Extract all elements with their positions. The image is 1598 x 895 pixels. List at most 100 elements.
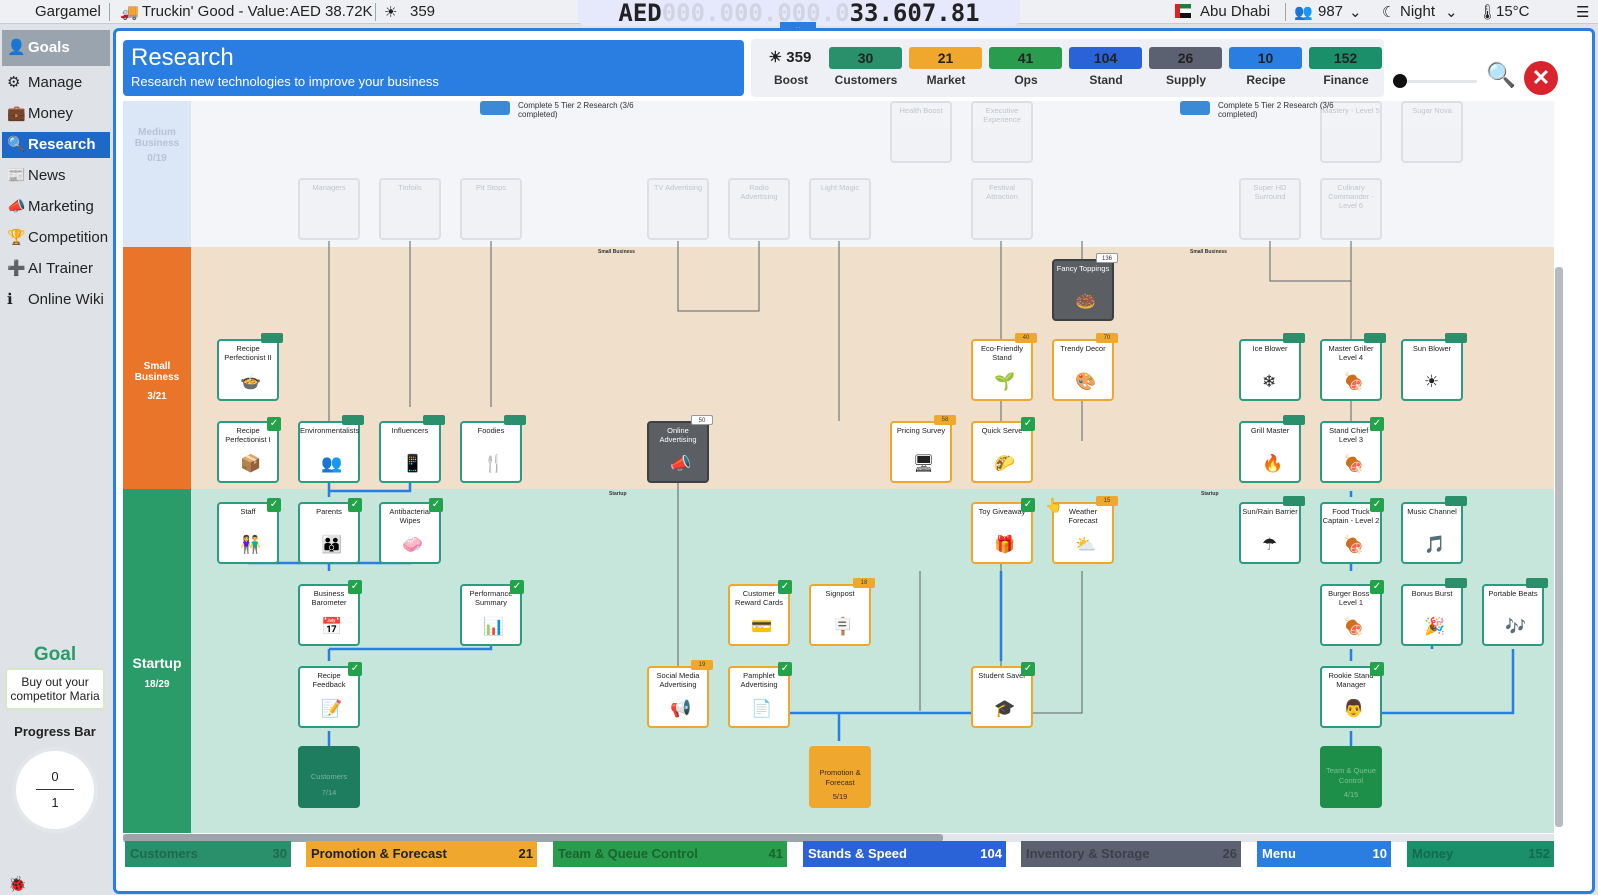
tier-icon xyxy=(480,101,510,115)
chevron-down-icon[interactable]: ⌄ xyxy=(1349,3,1362,21)
research-node[interactable]: Recipe Perfectionist II 🍲 xyxy=(217,333,283,401)
goal-text[interactable]: Buy out your competitor Maria xyxy=(5,668,105,710)
research-node[interactable]: Sun/Rain Barrier ☂ xyxy=(1239,496,1305,564)
category-summary-customers[interactable]: Customers 7/14 xyxy=(298,746,360,808)
research-node[interactable]: Foodies 🍴 xyxy=(460,415,526,483)
research-node[interactable]: Sugar Nova xyxy=(1401,101,1463,163)
sidebar-item-online-wiki[interactable]: ℹ Online Wiki xyxy=(2,287,110,313)
category-summary-promotion[interactable]: Promotion & Forecast 5/19 xyxy=(809,746,871,808)
research-node[interactable]: Pricing Survey 🖥 58 xyxy=(890,415,956,483)
city-name[interactable]: Abu Dhabi xyxy=(1200,3,1270,20)
research-node[interactable]: Master Griller Level 4 🍖 xyxy=(1320,333,1386,401)
visitors-value: 987 xyxy=(1318,3,1344,20)
pamphlet-icon: 📄 xyxy=(751,699,773,718)
tab-team-queue-control[interactable]: Team & Queue Control 41 xyxy=(553,841,787,867)
sidebar-item-money[interactable]: 💼 Money xyxy=(2,101,110,127)
research-node[interactable]: Business Barometer 📅 ✓ xyxy=(298,580,362,646)
research-node[interactable]: Student Saver 🎓 ✓ xyxy=(971,662,1035,728)
research-node[interactable]: Toy Giveaway 🎁 ✓ xyxy=(971,498,1035,564)
vertical-scrollbar-thumb[interactable] xyxy=(1555,267,1563,827)
research-node[interactable]: Performance Summary 📊 ✓ xyxy=(460,580,524,646)
menu-icon[interactable]: ☰ xyxy=(1576,3,1589,21)
research-node[interactable]: Ice Blower ❄ xyxy=(1239,333,1305,401)
research-node[interactable]: Pit Stops xyxy=(460,178,522,240)
category-summary-team-queue[interactable]: Team & Queue Control 4/15 xyxy=(1320,746,1382,808)
research-node[interactable]: Environmentalists 👥 xyxy=(298,415,364,483)
sidebar-item-news[interactable]: 📰 News xyxy=(2,163,110,189)
node-label: Light Magic xyxy=(820,183,860,192)
research-node[interactable]: Fancy Toppings 🍩 136 xyxy=(1052,253,1118,321)
research-node[interactable]: Social Media Advertising 📢 19 xyxy=(647,660,713,728)
research-node[interactable]: Eco-Friendly Stand 🌱 40 xyxy=(971,333,1037,401)
tab-customers[interactable]: Customers 30 xyxy=(125,841,291,867)
research-node[interactable]: Rookie Stand Manager 👨 ✓ xyxy=(1320,662,1384,728)
research-node[interactable]: Stand Chief - Level 3 🍖 ✓ xyxy=(1320,417,1384,483)
visitors-icon: 👥 xyxy=(1294,4,1313,21)
research-node[interactable]: Customer Reward Cards 💳 ✓ xyxy=(728,580,792,646)
sidebar-item-research[interactable]: 🔍 Research xyxy=(2,132,110,158)
recipe-icon: 🍲 xyxy=(240,372,262,391)
zoom-slider[interactable] xyxy=(1397,80,1477,83)
research-node[interactable]: Bonus Burst 🎉 xyxy=(1401,578,1467,646)
research-node[interactable]: Online Advertising 📣 50 xyxy=(647,415,713,483)
tab-promotion-forecast[interactable]: Promotion & Forecast 21 xyxy=(306,841,537,867)
zoom-icon[interactable]: 🔍 xyxy=(1486,61,1516,90)
tab-money[interactable]: Money 152 xyxy=(1407,841,1554,867)
research-node[interactable]: Signpost 🪧 18 xyxy=(809,578,875,646)
summary-count: 7/14 xyxy=(321,788,337,797)
research-node[interactable]: Quick Serve 🌮 ✓ xyxy=(971,417,1035,483)
research-node[interactable]: Parents 👪 ✓ xyxy=(298,498,362,564)
time-of-day[interactable]: Night xyxy=(1400,3,1435,20)
info-icon: ℹ xyxy=(7,291,13,308)
close-icon[interactable]: ✕ xyxy=(1524,61,1558,95)
zoom-slider-handle[interactable] xyxy=(1393,74,1407,88)
research-node[interactable]: Music Channel 🎵 xyxy=(1401,496,1467,564)
research-node[interactable]: Recipe Perfectionist I 📦 ✓ xyxy=(217,417,281,483)
research-node[interactable]: Radio Advertising xyxy=(728,178,790,240)
research-node[interactable]: Burger Boss - Level 1 🍖 ✓ xyxy=(1320,580,1384,646)
check-icon: ✓ xyxy=(348,498,362,512)
check-icon: ✓ xyxy=(1370,417,1384,431)
bug-icon[interactable]: 🐞 xyxy=(8,875,27,893)
node-label: Recipe Feedback xyxy=(312,671,346,689)
research-node[interactable]: Food Truck Captain - Level 2 🍖 ✓ xyxy=(1320,498,1384,564)
chevron-down-icon[interactable]: ⌄ xyxy=(1445,3,1458,21)
research-node[interactable]: Influencers 📱 xyxy=(379,415,445,483)
research-node[interactable]: Antibacterial Wipes 🧼 ✓ xyxy=(379,498,443,564)
research-node[interactable]: Portable Beats 🎶 xyxy=(1482,578,1548,646)
research-node[interactable]: Sun Blower ☀ xyxy=(1401,333,1467,401)
stat-label: Ops xyxy=(1014,73,1038,87)
tab-menu[interactable]: Menu 10 xyxy=(1257,841,1391,867)
stat-label: Stand xyxy=(1089,73,1123,87)
research-node[interactable]: Recipe Feedback 📝 ✓ xyxy=(298,662,362,728)
finance-stat: 152 xyxy=(1309,47,1382,69)
research-node[interactable]: Grill Master 🔥 xyxy=(1239,415,1305,483)
node-label: Pamphlet Advertising xyxy=(740,671,778,689)
research-node[interactable]: Executive Experience xyxy=(971,101,1033,163)
sidebar-item-goals[interactable]: 👤 Goals xyxy=(2,30,110,66)
sidebar-item-competition[interactable]: 🏆 Competition xyxy=(2,225,110,251)
sidebar-item-marketing[interactable]: 📣 Marketing xyxy=(2,194,110,220)
node-label: Trendy Decor xyxy=(1060,344,1106,353)
research-node[interactable]: Light Magic xyxy=(809,178,871,240)
tab-stands-speed[interactable]: Stands & Speed 104 xyxy=(803,841,1006,867)
research-node[interactable]: Staff 👫 ✓ xyxy=(217,498,281,564)
node-label: Weather Forecast xyxy=(1068,507,1098,525)
node-label: Foodies xyxy=(477,426,505,435)
sidebar-item-ai-trainer[interactable]: ➕ AI Trainer xyxy=(2,256,110,282)
food-icon: 🌮 xyxy=(994,454,1016,473)
research-node[interactable]: Health Boost xyxy=(890,101,952,163)
research-node[interactable]: Trendy Decor 🎨 70 xyxy=(1052,333,1118,401)
tab-label: Inventory & Storage xyxy=(1026,846,1150,861)
research-node[interactable]: Culinary Commander - Level 6 xyxy=(1320,178,1382,240)
sidebar-item-manage[interactable]: ⚙ Manage xyxy=(2,70,110,96)
research-node[interactable]: Pamphlet Advertising 📄 ✓ xyxy=(728,662,792,728)
research-node[interactable]: Festival Attraction xyxy=(971,178,1033,240)
research-node[interactable]: Tinfoils xyxy=(379,178,441,240)
research-node[interactable]: Managers xyxy=(298,178,360,240)
research-node[interactable]: TV Advertising xyxy=(647,178,709,240)
cost-badge: 40 xyxy=(1015,333,1037,343)
research-node[interactable]: Super HD Surround xyxy=(1239,178,1301,240)
tab-inventory-storage[interactable]: Inventory & Storage 26 xyxy=(1021,841,1241,867)
burger-icon: 🍖 xyxy=(1343,617,1365,636)
